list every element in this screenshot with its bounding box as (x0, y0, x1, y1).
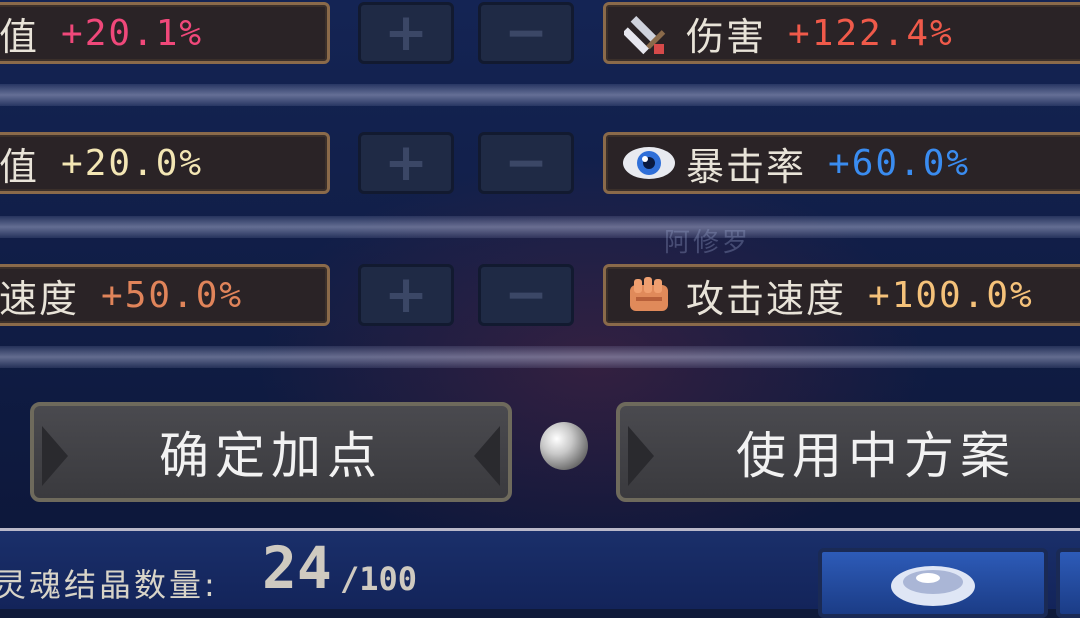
soul-crystal-max: /100 (340, 560, 418, 598)
stat-row-2: 值 +20.0% (0, 132, 330, 194)
gem-icon (891, 566, 975, 606)
stat-name: 值 (0, 144, 40, 189)
fist-icon (620, 270, 678, 320)
sword-icon (620, 8, 678, 58)
increase-button[interactable]: + (358, 264, 454, 326)
background-character-name: 阿修罗 (664, 228, 752, 258)
bonus-attack-speed: 攻击速度 +100.0% (603, 264, 1080, 326)
stat-row-3: 速度 +50.0% (0, 264, 330, 326)
stat-row-1: 值 +20.1% (0, 2, 330, 64)
increase-button[interactable]: + (358, 132, 454, 194)
gem-button[interactable] (818, 548, 1048, 618)
stat-name: 值 (0, 14, 40, 59)
row-divider (0, 84, 1080, 106)
confirm-points-label: 确定加点 (159, 427, 383, 485)
stat-name: 攻击速度 (686, 276, 847, 321)
stat-name: 暴击率 (686, 144, 807, 189)
stat-value: +100.0% (868, 274, 1034, 316)
decrease-button[interactable]: − (478, 132, 574, 194)
bonus-damage: 伤害 +122.4% (603, 2, 1080, 64)
bonus-crit-rate: 暴击率 +60.0% (603, 132, 1080, 194)
stat-name: 速度 (0, 276, 80, 321)
stat-value: +20.0% (61, 142, 204, 184)
row-divider (0, 346, 1080, 368)
confirm-points-button[interactable]: 确定加点 (30, 402, 512, 502)
secondary-gem-button[interactable] (1056, 548, 1080, 618)
stat-value: +60.0% (828, 142, 971, 184)
soul-crystal-count: 24 (262, 534, 332, 602)
eye-icon (620, 138, 678, 188)
active-plan-label: 使用中方案 (736, 427, 1016, 485)
chevron-left-icon (474, 426, 500, 486)
orb-icon (540, 422, 588, 470)
stat-name: 伤害 (686, 14, 767, 59)
active-plan-button[interactable]: 使用中方案 (616, 402, 1080, 502)
decrease-button[interactable]: − (478, 2, 574, 64)
decrease-button[interactable]: − (478, 264, 574, 326)
stat-value: +50.0% (101, 274, 244, 316)
soul-crystal-label: 灵魂结晶数量: (0, 566, 218, 604)
stat-value: +20.1% (61, 12, 204, 54)
row-divider (0, 216, 1080, 238)
increase-button[interactable]: + (358, 2, 454, 64)
chevron-right-icon (628, 426, 654, 486)
stat-value: +122.4% (788, 12, 954, 54)
chevron-right-icon (42, 426, 68, 486)
